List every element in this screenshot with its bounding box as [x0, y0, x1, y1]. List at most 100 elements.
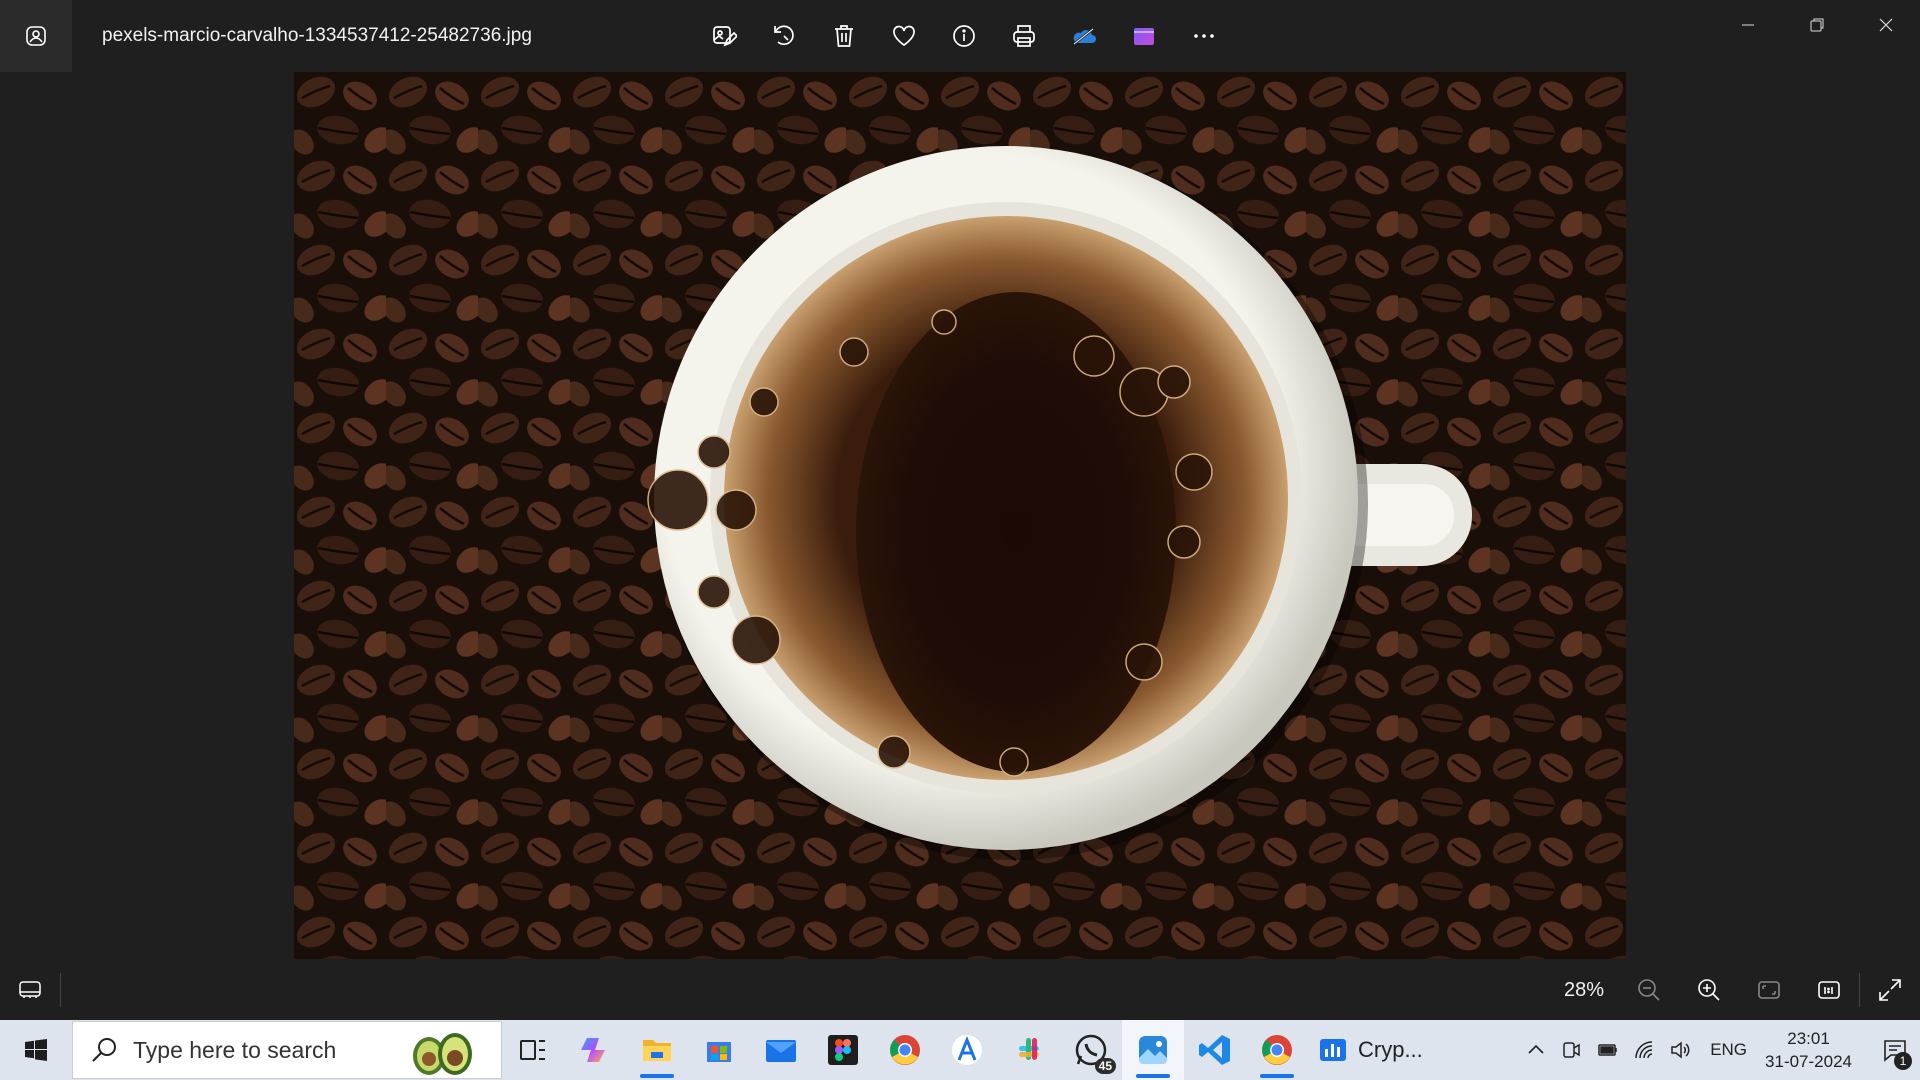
zoom-controls: 28%	[1549, 960, 1920, 1020]
filmstrip-icon	[19, 981, 41, 998]
app-a-button[interactable]	[936, 1020, 998, 1080]
actual-size-button[interactable]	[1799, 960, 1859, 1020]
close-button[interactable]	[1851, 0, 1920, 50]
chrome-button[interactable]	[874, 1020, 936, 1080]
folder-icon	[643, 1040, 671, 1061]
photo-canvas[interactable]	[294, 72, 1626, 959]
favorite-icon	[893, 25, 915, 47]
info-icon	[953, 25, 975, 47]
zoom-level: 28%	[1563, 978, 1605, 1001]
clipchamp-button[interactable]	[1120, 12, 1168, 60]
file-explorer-button[interactable]	[626, 1020, 688, 1080]
figma-button[interactable]	[812, 1020, 874, 1080]
figma-icon	[828, 1035, 858, 1065]
chrome-icon	[1262, 1035, 1292, 1065]
mail-icon	[766, 1040, 796, 1062]
zoom-in-button[interactable]	[1679, 960, 1739, 1020]
camera-icon	[1563, 1042, 1580, 1058]
more-options-button[interactable]	[1180, 12, 1228, 60]
zoom-in-icon	[1698, 979, 1720, 1001]
store-icon	[707, 1042, 731, 1062]
network-button[interactable]	[1626, 1020, 1662, 1080]
system-tray: ENG 23:01 31-07-2024 1	[1518, 1020, 1920, 1080]
crypto-label: Cryp...	[1358, 1037, 1423, 1062]
volume-button[interactable]	[1662, 1020, 1698, 1080]
search-icon	[92, 1038, 116, 1062]
fit-window-icon	[1758, 981, 1780, 999]
slack-icon	[1019, 1038, 1039, 1060]
divider	[60, 973, 61, 1007]
onedrive-icon	[1073, 28, 1096, 45]
print-icon	[1013, 25, 1035, 47]
copilot-button[interactable]	[564, 1020, 626, 1080]
filmstrip-button[interactable]	[0, 960, 60, 1020]
delete-button[interactable]	[820, 12, 868, 60]
chrome-icon	[890, 1035, 920, 1065]
photos-app-icon[interactable]	[0, 0, 72, 72]
whatsapp-badge: 45	[1094, 1058, 1116, 1074]
info-button[interactable]	[940, 12, 988, 60]
letter-a-app-icon	[952, 1035, 982, 1065]
notification-count: 1	[1894, 1052, 1912, 1070]
rotate-icon	[774, 25, 794, 46]
clock-date: 31-07-2024	[1765, 1052, 1852, 1071]
toolbar	[700, 12, 1228, 60]
close-icon	[1879, 18, 1892, 32]
vscode-icon	[1199, 1035, 1230, 1065]
windows-logo-icon	[25, 1039, 47, 1061]
search-input[interactable]	[133, 1036, 403, 1064]
zoom-out-button[interactable]	[1619, 960, 1679, 1020]
slack-button[interactable]	[998, 1020, 1060, 1080]
photos-icon	[1139, 1036, 1167, 1064]
taskbar-search[interactable]	[72, 1021, 502, 1079]
wifi-icon	[1635, 1041, 1653, 1059]
mail-button[interactable]	[750, 1020, 812, 1080]
crypto-widget[interactable]: Cryp...	[1308, 1020, 1448, 1080]
clock[interactable]: 23:01 31-07-2024	[1765, 1027, 1852, 1073]
onedrive-button[interactable]	[1060, 12, 1108, 60]
language-indicator[interactable]: ENG	[1710, 1040, 1747, 1060]
photos-app-window: pexels-marcio-carvalho-1334537412-254827…	[0, 0, 1920, 1020]
task-view-button[interactable]	[502, 1020, 564, 1080]
battery-icon	[1598, 1044, 1617, 1056]
expand-icon	[1879, 979, 1901, 1001]
chrome-2-button[interactable]	[1246, 1020, 1308, 1080]
clipchamp-icon	[1134, 28, 1154, 45]
photos-button[interactable]	[1122, 1020, 1184, 1080]
fit-to-window-button[interactable]	[1739, 960, 1799, 1020]
show-hidden-icons-button[interactable]	[1518, 1020, 1554, 1080]
chart-widget-icon	[1320, 1039, 1346, 1061]
meet-now-button[interactable]	[1554, 1020, 1590, 1080]
delete-icon	[835, 25, 853, 47]
minimize-icon	[1741, 24, 1754, 26]
copilot-icon	[581, 1038, 605, 1062]
taskbar: 45 Cryp... ENG 23:01 31-07-2024	[0, 1020, 1920, 1080]
edit-image-icon	[713, 26, 737, 47]
coffee-photo	[294, 72, 1626, 959]
actual-size-icon	[1818, 981, 1840, 999]
rotate-button[interactable]	[760, 12, 808, 60]
full-screen-button[interactable]	[1860, 960, 1920, 1020]
favorite-button[interactable]	[880, 12, 928, 60]
whatsapp-button[interactable]: 45	[1060, 1020, 1122, 1080]
edit-image-button[interactable]	[700, 12, 748, 60]
speaker-icon	[1671, 1041, 1690, 1059]
minimize-button[interactable]	[1713, 0, 1782, 50]
title-bar: pexels-marcio-carvalho-1334537412-254827…	[0, 0, 1920, 72]
more-icon	[1194, 34, 1214, 38]
microsoft-store-button[interactable]	[688, 1020, 750, 1080]
restore-button[interactable]	[1782, 0, 1851, 50]
notification-center-button[interactable]: 1	[1870, 1020, 1920, 1080]
bottom-bar: 28%	[0, 960, 1920, 1020]
clock-time: 23:01	[1787, 1029, 1830, 1048]
vscode-button[interactable]	[1184, 1020, 1246, 1080]
window-controls	[1713, 0, 1920, 50]
battery-button[interactable]	[1590, 1020, 1626, 1080]
zoom-out-icon	[1638, 979, 1660, 1001]
avocado-icon	[413, 1033, 472, 1075]
restore-icon	[1810, 18, 1823, 32]
file-name: pexels-marcio-carvalho-1334537412-254827…	[102, 25, 532, 46]
start-button[interactable]	[0, 1020, 72, 1080]
print-button[interactable]	[1000, 12, 1048, 60]
chevron-up-icon	[1528, 1044, 1544, 1054]
